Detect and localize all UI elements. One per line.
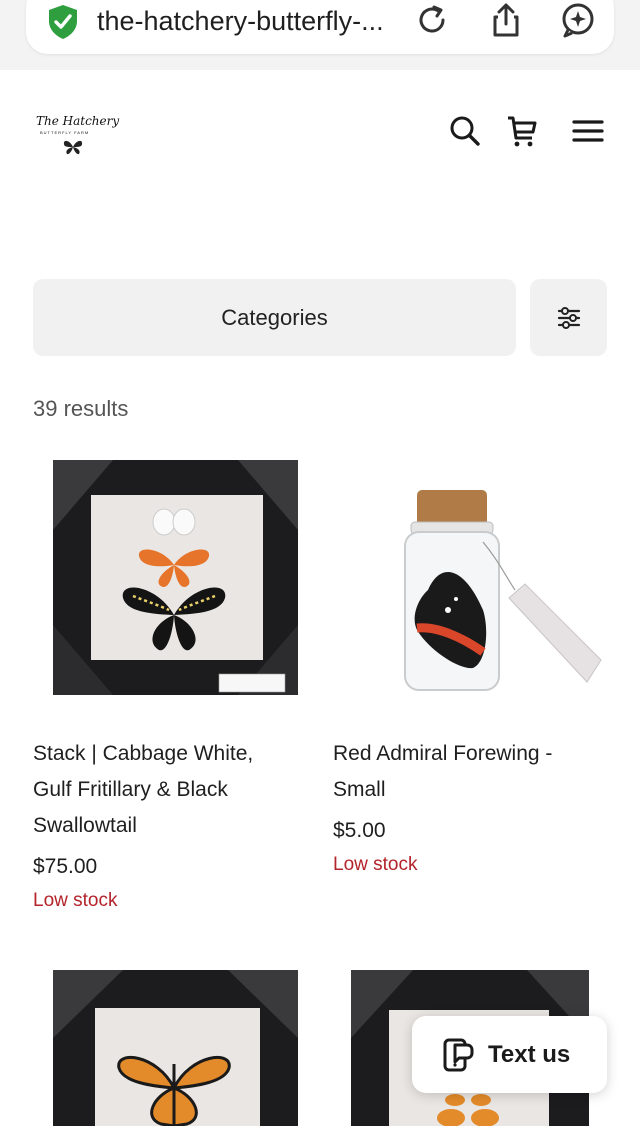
logo-subtitle: BUTTERFLY FARM: [40, 130, 90, 135]
browser-toolbar: the-hatchery-butterfly-...: [0, 0, 640, 70]
url-text[interactable]: the-hatchery-butterfly-...: [97, 6, 384, 37]
chat-phone-icon: [443, 1038, 474, 1071]
categories-button[interactable]: Categories: [33, 279, 516, 356]
stock-status: Low stock: [333, 854, 418, 875]
framed-butterflies-image: [53, 460, 298, 695]
product-price: $75.00: [33, 855, 98, 878]
product-price: $5.00: [333, 819, 386, 842]
text-us-label: Text us: [488, 1040, 571, 1068]
filter-button[interactable]: [530, 279, 607, 356]
product-title[interactable]: Red Admiral Forewing - Small: [333, 736, 603, 808]
product-image[interactable]: [333, 450, 608, 715]
wing-in-jar-image: [404, 490, 602, 691]
cart-icon[interactable]: [505, 114, 539, 148]
sliders-icon: [557, 306, 580, 329]
menu-icon[interactable]: [571, 114, 605, 148]
categories-label: Categories: [221, 304, 328, 330]
shield-check-icon: [49, 5, 77, 39]
product-image[interactable]: [33, 450, 318, 715]
logo-name: The Hatchery: [36, 114, 120, 128]
stock-status: Low stock: [33, 890, 118, 911]
butterfly-logo-icon: [63, 140, 83, 155]
results-count: 39 results: [33, 396, 129, 421]
ai-assistant-icon[interactable]: [560, 2, 596, 38]
share-icon[interactable]: [488, 2, 524, 38]
product-title[interactable]: Stack | Cabbage White, Gulf Fritillary &…: [33, 736, 303, 844]
reload-icon[interactable]: [414, 2, 450, 38]
product-image[interactable]: [33, 968, 318, 1126]
framed-monarch-image: [53, 970, 298, 1126]
site-logo[interactable]: The Hatchery BUTTERFLY FARM: [36, 114, 119, 160]
text-us-button[interactable]: Text us: [412, 1016, 607, 1093]
search-icon[interactable]: [448, 114, 482, 148]
